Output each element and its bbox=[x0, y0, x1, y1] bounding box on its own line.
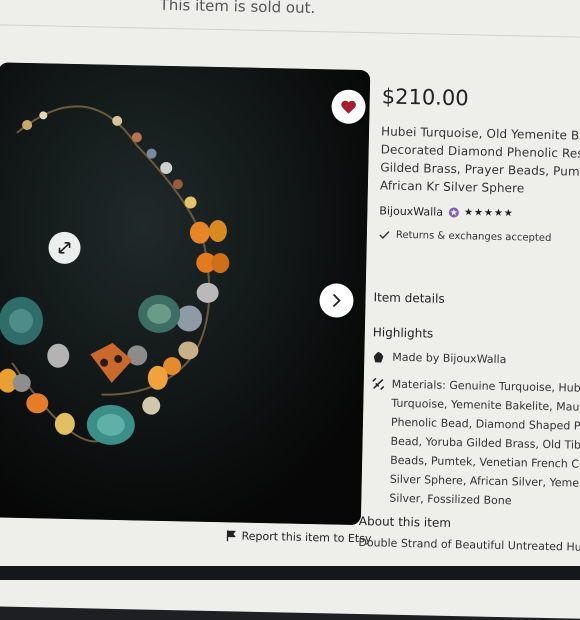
star-badge-icon bbox=[448, 207, 459, 218]
returns-text: Returns & exchanges accepted bbox=[395, 229, 552, 245]
about-text: Double Strand of Beautiful Untreated Hub… bbox=[358, 536, 580, 555]
listing-info: $210.00 Hubei Turquoise, Old Yemenite Ba… bbox=[379, 80, 580, 245]
materials-icon bbox=[372, 377, 385, 391]
returns-row: Returns & exchanges accepted bbox=[379, 229, 580, 245]
made-by-row: Made by BijouxWalla bbox=[372, 350, 507, 366]
made-by-shop-link[interactable]: BijouxWalla bbox=[443, 352, 507, 366]
materials-row: Materials: Genuine Turquoise, Hubei Turq… bbox=[369, 374, 580, 512]
browser-screen: This item is sold out. Report this item … bbox=[0, 0, 580, 620]
chevron-right-icon bbox=[332, 293, 341, 308]
flag-icon bbox=[226, 530, 236, 542]
necklace-image bbox=[0, 62, 371, 526]
listing-title: Hubei Turquoise, Old Yemenite Bakelite, … bbox=[379, 124, 580, 196]
divider bbox=[0, 23, 580, 39]
item-details-heading[interactable]: Item details bbox=[373, 290, 444, 305]
highlights-heading: Highlights bbox=[372, 325, 434, 341]
expand-icon bbox=[58, 242, 71, 254]
made-by-prefix: Made by bbox=[392, 350, 443, 365]
report-label: Report this item to Etsy bbox=[241, 529, 372, 546]
monitor-bezel bbox=[0, 566, 580, 580]
shop-row: BijouxWalla ★★★★★ bbox=[379, 204, 580, 222]
shop-name-link[interactable]: BijouxWalla bbox=[379, 204, 443, 218]
check-icon bbox=[379, 231, 390, 240]
about-heading: About this item bbox=[358, 514, 452, 530]
sold-out-banner: This item is sold out. bbox=[159, 0, 316, 18]
heart-icon bbox=[341, 100, 356, 114]
materials-text: Materials: Genuine Turquoise, Hubei Turq… bbox=[389, 377, 580, 508]
hand-wave-icon bbox=[373, 351, 384, 363]
listing-photo[interactable] bbox=[0, 62, 371, 526]
rating-stars[interactable]: ★★★★★ bbox=[464, 207, 514, 219]
price: $210.00 bbox=[381, 84, 469, 111]
report-item-link[interactable]: Report this item to Etsy bbox=[226, 529, 372, 546]
